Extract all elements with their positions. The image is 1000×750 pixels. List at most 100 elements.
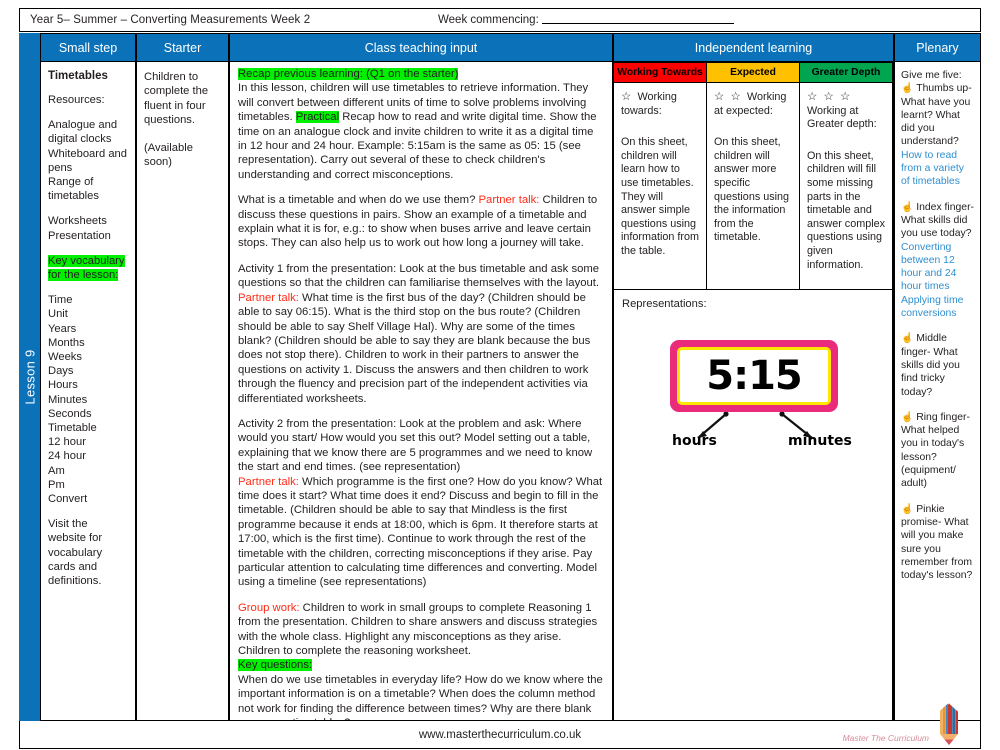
teaching-paragraph: Group work: Children to work in small gr… <box>238 601 604 720</box>
ring-finger-icon: ☝ <box>901 411 917 423</box>
differentiation-column-0: ☆ Working towards: On this sheet, childre… <box>613 83 707 290</box>
list-item: Seconds <box>48 407 92 420</box>
list-item: 24 hour <box>48 450 86 463</box>
brand-logo: Master The Curriculum <box>843 702 966 746</box>
plenary-heading: Give me five: <box>901 70 962 81</box>
starter-cell: Children to complete the fluent in four … <box>136 62 229 721</box>
section-heading-highlight: Recap previous learning: (Q1 on the star… <box>238 68 459 80</box>
column-header-plenary: Plenary <box>894 33 981 62</box>
column-header-independent-learning: Independent learning <box>613 33 894 62</box>
plenary-cell: Give me five: ☝ Thumbs up- What have you … <box>894 62 981 721</box>
talk-cue: Group work: <box>238 601 300 614</box>
plenary-answer: Applying time conversions <box>901 294 964 320</box>
plenary-item: ☝ Thumbs up- What have you learnt? What … <box>901 82 974 188</box>
talk-cue: Partner talk: <box>238 475 299 488</box>
resources-extra-list: Worksheets Presentation <box>48 214 128 242</box>
star-rating-icon: ☆ <box>621 91 638 103</box>
starter-text: Children to complete the fluent in four … <box>144 71 209 127</box>
clock-minutes-label: minutes <box>788 433 852 449</box>
pencil-logo-icon <box>940 703 958 745</box>
differentiation-header-1: Expected <box>707 62 800 83</box>
plenary-item: ☝ Pinkie promise- What will you make sur… <box>901 503 974 583</box>
differentiation-subtitle: ☆ ☆ ☆ Working at Greater depth: <box>807 91 877 131</box>
index-finger-icon: ☝ <box>901 201 917 213</box>
footer-website-url[interactable]: www.masterthecurriculum.co.uk <box>419 729 581 741</box>
class-teaching-input-body: Recap previous learning: (Q1 on the star… <box>238 67 604 720</box>
differentiation-body-text: On this sheet, children will answer more… <box>714 136 790 244</box>
list-item: Worksheets <box>48 215 107 228</box>
plenary-answer: How to read from a variety of timetables <box>901 149 964 188</box>
teaching-paragraph: Activity 2 from the presentation: Look a… <box>238 417 604 590</box>
differentiation-column-2: ☆ ☆ ☆ Working at Greater depth: On this s… <box>800 83 893 290</box>
body-text: When do we use timetables in everyday li… <box>238 673 603 720</box>
middle-finger-icon: ☝ <box>901 333 917 345</box>
differentiation-subtitle: ☆ ☆ Working at expected: <box>714 91 787 117</box>
section-heading-highlight: Key questions: <box>238 659 313 672</box>
teaching-paragraph: What is a timetable and when do we use t… <box>238 193 604 251</box>
differentiation-header-row: Working Towards Expected Greater Depth <box>613 62 893 83</box>
list-item: Timetable <box>48 422 97 435</box>
list-item: Am <box>48 464 65 477</box>
page-title: Year 5– Summer – Converting Measurements… <box>30 14 311 26</box>
starter-note: (Available soon) <box>144 141 193 169</box>
plenary-prompt: Pinkie promise- What will you make sure … <box>901 503 973 582</box>
vocabulary-note: Visit the website for vocabulary cards a… <box>48 518 103 588</box>
thumbs-up-icon: ☝ <box>901 83 917 95</box>
independent-learning-cell: Working Towards Expected Greater Depth ☆ W… <box>613 62 894 721</box>
document-title-bar: Year 5– Summer – Converting Measurements… <box>19 8 981 32</box>
list-item: Analogue and digital clocks <box>48 119 118 146</box>
representations-label: Representations: <box>622 298 707 310</box>
body-text: What is a timetable and when do we use t… <box>238 194 479 207</box>
list-item: Hours <box>48 379 78 392</box>
list-item: Days <box>48 365 74 378</box>
list-item: Weeks <box>48 351 82 364</box>
star-rating-icon: ☆ ☆ ☆ <box>807 91 852 103</box>
body-text: Activity 2 from the presentation: Look a… <box>238 417 593 474</box>
week-commencing-blank[interactable] <box>541 15 734 25</box>
differentiation-column-1: ☆ ☆ Working at expected: On this sheet, c… <box>707 83 800 290</box>
column-header-class-teaching-input: Class teaching input <box>229 33 613 62</box>
section-heading-highlight: Practical <box>295 111 340 124</box>
plenary-item: ☝ Middle finger- What skills did you fin… <box>901 332 974 398</box>
clock-time-value: 5:15 <box>706 353 802 399</box>
brand-text: Master The Curriculum <box>842 733 929 743</box>
plenary-item: ☝ Ring finger- What helped you in today'… <box>901 411 974 491</box>
resources-label: Resources: <box>48 94 105 106</box>
list-item: 12 hour <box>48 436 86 449</box>
plenary-item: ☝ Index finger- What skills did you use … <box>901 201 974 321</box>
body-text: What time is the first bus of the day? (… <box>238 291 591 405</box>
differentiation-header-0: Working Towards <box>613 62 707 83</box>
key-vocabulary-list: Time Unit Years Months Weeks Days Hours Minutes… <box>48 293 128 506</box>
body-text: Activity 1 from the presentation: Look a… <box>238 262 600 290</box>
list-item: Convert <box>48 493 88 506</box>
clock-hours-label: hours <box>672 433 717 449</box>
resources-list: Analogue and digital clocks Whiteboard an… <box>48 118 128 203</box>
clock-screen: 5:15 <box>677 347 831 405</box>
list-item: Minutes <box>48 393 88 406</box>
talk-cue: Partner talk: <box>478 194 540 207</box>
differentiation-header-2: Greater Depth <box>800 62 893 83</box>
representations-panel: Representations: 5:15 hours minutes <box>613 290 893 720</box>
pinkie-icon: ☝ <box>901 503 917 515</box>
clock-frame: 5:15 <box>670 340 838 412</box>
week-commencing: Week commencing: <box>438 14 734 26</box>
talk-cue: Partner talk: <box>238 291 299 304</box>
lesson-spine: Lesson 9 <box>19 33 40 721</box>
plenary-answer: Converting between 12 hour and 24 hour t… <box>901 241 957 293</box>
teaching-paragraph: Recap previous learning: (Q1 on the star… <box>238 67 604 182</box>
plenary-body: Give me five: ☝ Thumbs up- What have you … <box>901 69 974 582</box>
list-item: Range of timetables <box>48 176 99 203</box>
list-item: Presentation <box>48 229 111 242</box>
small-step-title: Timetables <box>48 70 108 82</box>
differentiation-body-text: On this sheet, children will fill some m… <box>807 149 886 271</box>
key-vocabulary-heading: Key vocabulary for the lesson: <box>48 254 125 282</box>
class-teaching-input-cell: Recap previous learning: (Q1 on the star… <box>229 62 613 721</box>
star-rating-icon: ☆ ☆ <box>714 91 748 103</box>
lesson-plan-page: Year 5– Summer – Converting Measurements… <box>0 0 1000 750</box>
list-item: Unit <box>48 308 68 321</box>
list-item: Years <box>48 322 77 335</box>
differentiation-subtitle: ☆ Working towards: <box>621 91 677 117</box>
digital-clock-representation: 5:15 hours minutes <box>622 326 884 486</box>
column-header-small-step: Small step <box>40 33 136 62</box>
lesson-number-label: Lesson 9 <box>22 349 37 405</box>
